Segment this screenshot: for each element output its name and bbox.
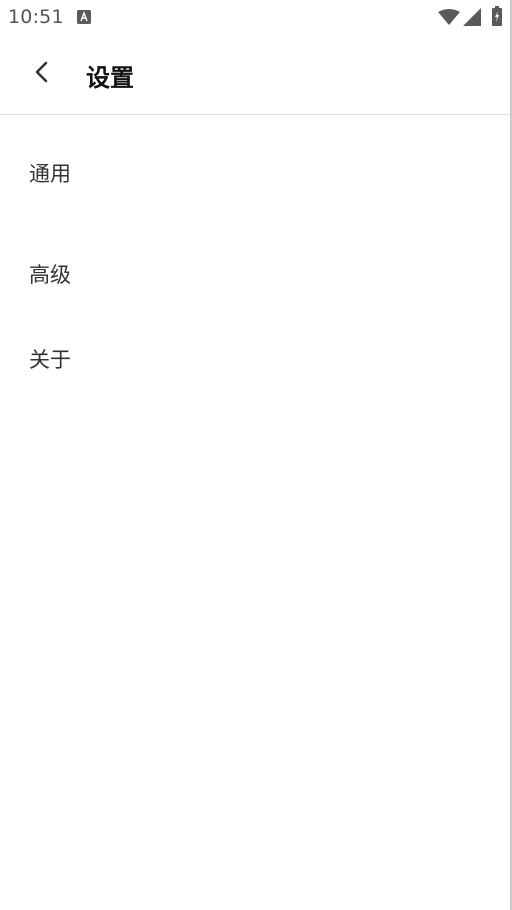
app-bar: 设置 bbox=[0, 34, 510, 115]
settings-item-advanced[interactable]: 高级 bbox=[0, 231, 510, 316]
page-title: 设置 bbox=[86, 64, 134, 92]
back-button[interactable] bbox=[22, 54, 62, 94]
wifi-icon bbox=[438, 9, 460, 25]
status-time: 10:51 bbox=[8, 6, 64, 28]
settings-item-general[interactable]: 通用 bbox=[0, 115, 510, 231]
status-bar: 10:51 bbox=[0, 0, 510, 34]
battery-charging-icon bbox=[492, 6, 502, 26]
chevron-left-icon bbox=[32, 60, 52, 88]
settings-item-label: 关于 bbox=[29, 347, 71, 372]
settings-item-label: 高级 bbox=[29, 262, 71, 287]
settings-screen: 10:51 设置 通用 高级 关于 bbox=[0, 0, 512, 910]
notification-a-icon bbox=[77, 9, 91, 24]
cell-signal-icon bbox=[463, 8, 481, 26]
settings-item-label: 通用 bbox=[29, 162, 71, 186]
settings-list: 通用 高级 关于 bbox=[0, 115, 510, 401]
settings-item-about[interactable]: 关于 bbox=[0, 316, 510, 401]
